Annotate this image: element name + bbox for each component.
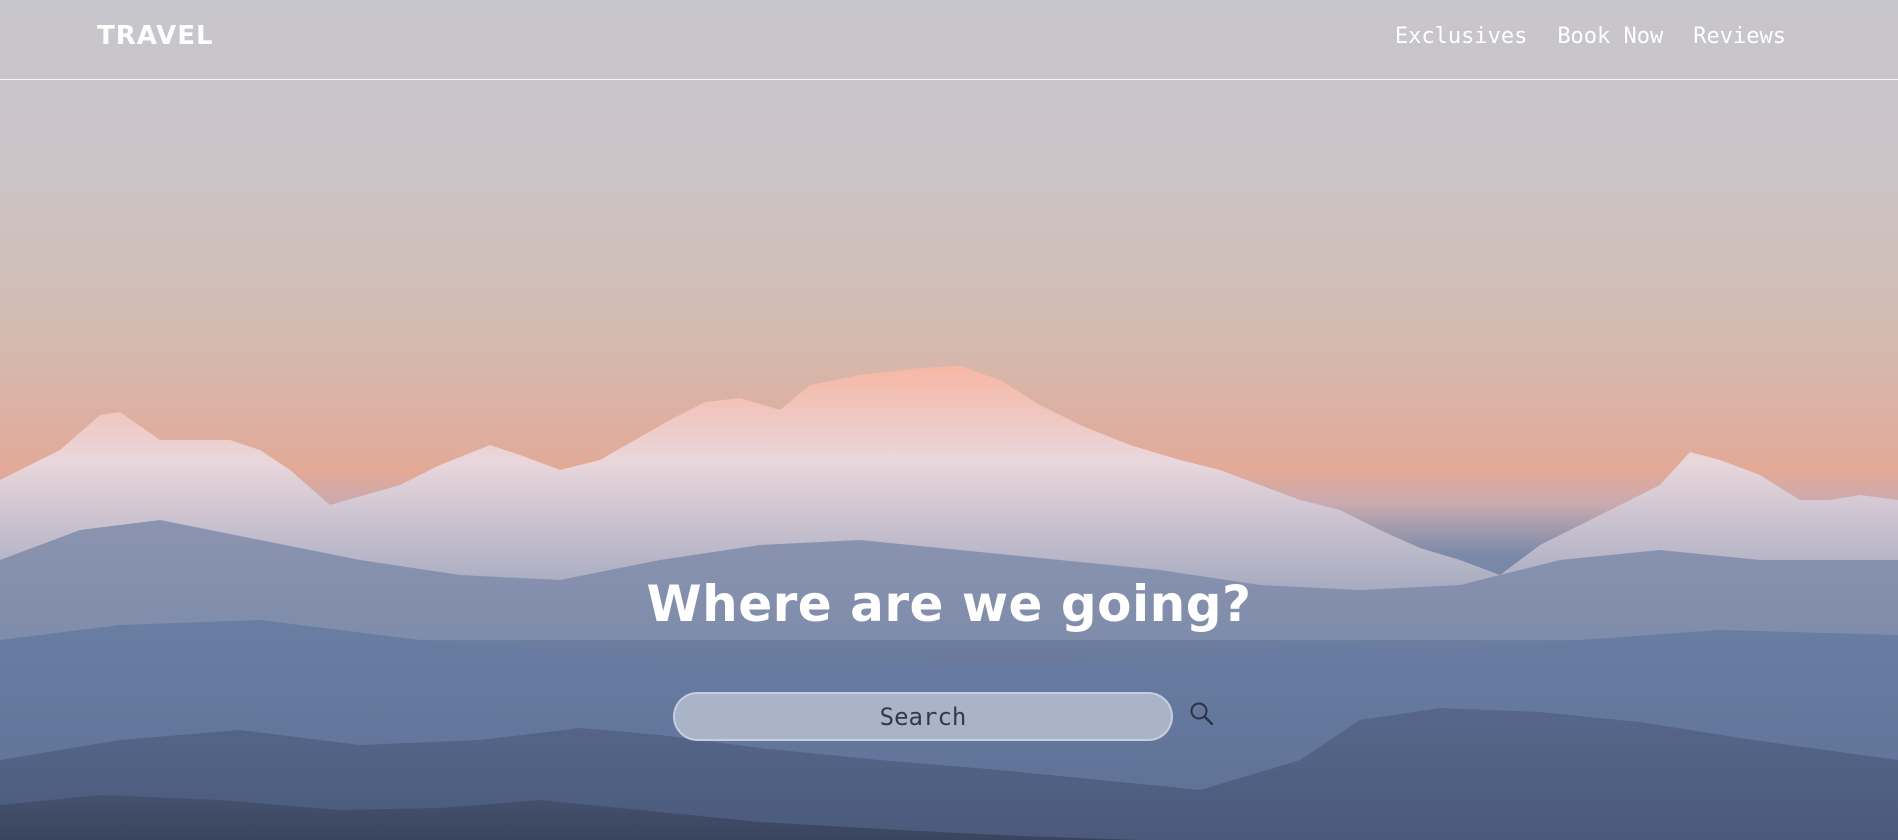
nav-link-book-now[interactable]: Book Now: [1557, 24, 1663, 49]
hero-section: TRAVEL Exclusives Book Now Reviews Where…: [0, 0, 1898, 840]
nav-links: Exclusives Book Now Reviews: [1395, 24, 1786, 49]
search-icon[interactable]: [1188, 700, 1216, 728]
hero-headline: Where are we going?: [646, 575, 1252, 633]
search-input[interactable]: [673, 692, 1173, 741]
search-container: [673, 692, 1173, 741]
top-navigation-bar: TRAVEL Exclusives Book Now Reviews: [0, 0, 1898, 80]
nav-link-exclusives[interactable]: Exclusives: [1395, 24, 1527, 49]
brand-logo[interactable]: TRAVEL: [97, 21, 214, 51]
nav-link-reviews[interactable]: Reviews: [1693, 24, 1786, 49]
